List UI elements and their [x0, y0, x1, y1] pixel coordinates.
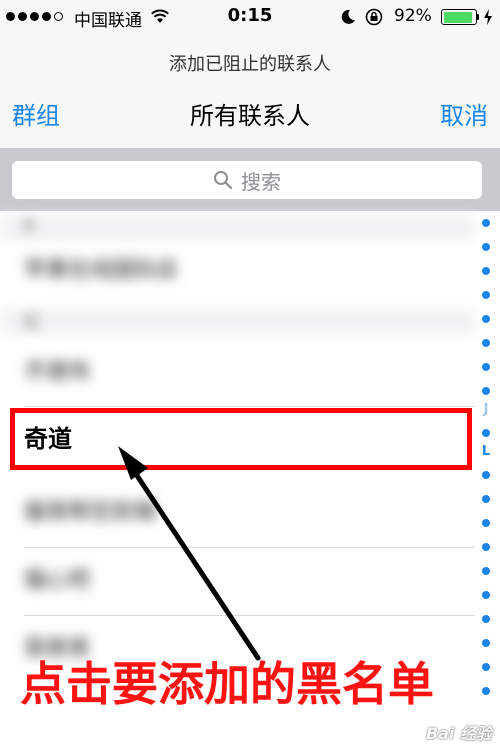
index-dot[interactable] — [482, 291, 490, 299]
list-item[interactable]: 猫心吧 — [0, 551, 475, 611]
charging-bolt-icon — [484, 9, 492, 25]
rotation-lock-icon — [365, 8, 383, 26]
index-dot[interactable] — [482, 567, 490, 575]
battery-icon — [441, 9, 477, 25]
index-letter-l[interactable]: L — [476, 444, 496, 459]
contact-item-qidao[interactable]: 奇道 — [12, 410, 467, 468]
index-dot[interactable] — [482, 663, 490, 671]
index-dot[interactable] — [482, 267, 490, 275]
section-header-p: P — [0, 215, 475, 241]
index-dot[interactable] — [482, 219, 490, 227]
index-letter-j[interactable]: J — [476, 402, 496, 417]
index-dot[interactable] — [482, 363, 490, 371]
index-dot[interactable] — [482, 639, 490, 647]
list-item[interactable]: 齐德伟 — [0, 343, 475, 403]
cancel-button[interactable]: 取消 — [440, 96, 488, 131]
search-area: 搜索 — [0, 149, 500, 211]
nav-prompt: 添加已阻止的联系人 — [169, 54, 331, 75]
list-item[interactable]: 苹果在线国际店 — [0, 241, 475, 301]
index-dot[interactable] — [482, 315, 490, 323]
index-dot[interactable] — [482, 519, 490, 527]
screen: 中国联通 0:15 92% 添加已阻止的联系人 群组 所有联系人 取消 搜索 P… — [0, 0, 500, 750]
status-bar: 中国联通 0:15 92% — [0, 0, 500, 34]
index-dot[interactable] — [482, 429, 490, 437]
index-dot[interactable] — [482, 339, 490, 347]
index-bar[interactable]: J L — [476, 211, 496, 731]
battery-fill — [443, 11, 473, 23]
battery-percentage: 92% — [394, 6, 432, 26]
index-dot[interactable] — [482, 615, 490, 623]
index-dot[interactable] — [482, 471, 490, 479]
index-dot[interactable] — [482, 387, 490, 395]
page-title: 所有联系人 — [190, 102, 310, 130]
list-item[interactable]: 猫哥帮您剪辑 — [0, 483, 475, 543]
separator — [24, 547, 475, 548]
index-dot[interactable] — [482, 687, 490, 695]
separator — [24, 615, 475, 616]
index-dot[interactable] — [482, 591, 490, 599]
index-dot[interactable] — [482, 243, 490, 251]
search-placeholder: 搜索 — [241, 169, 281, 194]
section-header-q: Q — [0, 309, 475, 335]
nav-header: 添加已阻止的联系人 群组 所有联系人 取消 — [0, 34, 500, 149]
battery-nub — [477, 14, 479, 20]
index-dot[interactable] — [482, 495, 490, 503]
moon-icon — [341, 9, 355, 24]
watermark-logo: Bai 经验 — [425, 724, 492, 743]
search-input[interactable]: 搜索 — [12, 161, 482, 199]
search-icon — [214, 171, 233, 190]
annotation-text: 点击要添加的黑名单 — [20, 657, 434, 711]
separator — [24, 406, 475, 407]
index-dot[interactable] — [482, 543, 490, 551]
